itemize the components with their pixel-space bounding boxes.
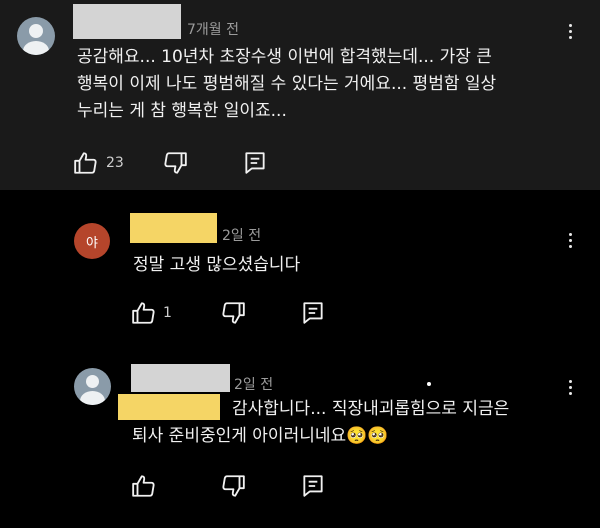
like-icon[interactable] bbox=[131, 473, 157, 499]
like-icon[interactable] bbox=[131, 300, 157, 326]
comment-text: 공감해요... 10년차 초장수생 이번에 합격했는데... 가장 큰 행복이 … bbox=[77, 47, 497, 121]
comment-text: 정말 고생 많으셨습니다 bbox=[133, 255, 301, 275]
cursor-dot bbox=[427, 382, 431, 386]
comment-timestamp: 2일 전 bbox=[222, 228, 262, 244]
like-icon[interactable] bbox=[73, 150, 99, 176]
more-options-icon[interactable] bbox=[566, 233, 574, 248]
redacted-username bbox=[130, 213, 217, 243]
comment-timestamp: 2일 전 bbox=[234, 377, 274, 393]
comment-timestamp: 7개월 전 bbox=[187, 22, 239, 38]
reply-icon[interactable] bbox=[300, 300, 326, 326]
avatar[interactable]: 야 bbox=[74, 223, 110, 259]
reply-icon[interactable] bbox=[300, 473, 326, 499]
avatar[interactable] bbox=[74, 368, 111, 405]
more-options-icon[interactable] bbox=[566, 380, 574, 395]
like-count: 23 bbox=[106, 155, 124, 171]
redacted-username bbox=[73, 4, 181, 39]
avatar[interactable] bbox=[17, 17, 55, 55]
redacted-username bbox=[131, 364, 230, 392]
dislike-icon[interactable] bbox=[162, 150, 188, 176]
dislike-icon[interactable] bbox=[220, 473, 246, 499]
reply-icon[interactable] bbox=[242, 150, 268, 176]
comment-text: 감사합니다... 직장내괴롭힘으로 지금은 퇴사 준비중인게 아이러니네요🥺🥺 bbox=[132, 399, 510, 446]
more-options-icon[interactable] bbox=[566, 24, 574, 39]
avatar-letter: 야 bbox=[86, 235, 98, 251]
dislike-icon[interactable] bbox=[220, 300, 246, 326]
like-count: 1 bbox=[163, 305, 172, 321]
